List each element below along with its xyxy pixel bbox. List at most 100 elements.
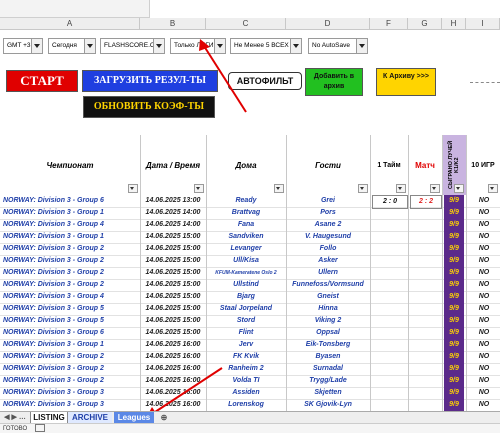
datetime-cell[interactable]: 14.06.2025 14:00 bbox=[142, 219, 204, 231]
half1-score-cell[interactable] bbox=[372, 291, 406, 303]
match-score-cell[interactable] bbox=[410, 231, 440, 243]
league-cell[interactable]: NORWAY: Division 3 - Group 5 bbox=[3, 303, 138, 315]
datetime-cell[interactable]: 14.06.2025 15:00 bbox=[142, 231, 204, 243]
played-cell[interactable]: 9/9 bbox=[444, 315, 464, 327]
half1-score-cell[interactable] bbox=[372, 219, 406, 231]
away-team-cell[interactable]: Asane 2 bbox=[288, 219, 368, 231]
match-score-cell[interactable] bbox=[410, 255, 440, 267]
away-team-cell[interactable]: V. Haugesund bbox=[288, 231, 368, 243]
datetime-cell[interactable]: 14.06.2025 15:00 bbox=[142, 279, 204, 291]
away-team-cell[interactable]: Grei bbox=[288, 195, 368, 207]
away-team-cell[interactable]: Ullern bbox=[288, 267, 368, 279]
match-score-cell[interactable] bbox=[410, 315, 440, 327]
played-cell[interactable]: 9/9 bbox=[444, 219, 464, 231]
datetime-cell[interactable]: 14.06.2025 15:00 bbox=[142, 243, 204, 255]
filter-dropdown-icon[interactable] bbox=[396, 184, 406, 193]
datetime-cell[interactable]: 14.06.2025 15:00 bbox=[142, 303, 204, 315]
league-cell[interactable]: NORWAY: Division 3 - Group 2 bbox=[3, 279, 138, 291]
games10-cell[interactable]: NO bbox=[468, 207, 500, 219]
league-cell[interactable]: NORWAY: Division 3 - Group 1 bbox=[3, 339, 138, 351]
filter-dropdown-icon[interactable] bbox=[488, 184, 498, 193]
league-cell[interactable]: NORWAY: Division 3 - Group 2 bbox=[3, 255, 138, 267]
filter-dropdown-icon[interactable] bbox=[430, 184, 440, 193]
filter-dropdown-icon[interactable] bbox=[128, 184, 138, 193]
home-team-cell[interactable]: Jerv bbox=[208, 339, 284, 351]
league-cell[interactable]: NORWAY: Division 3 - Group 2 bbox=[3, 243, 138, 255]
datetime-cell[interactable]: 14.06.2025 15:00 bbox=[142, 291, 204, 303]
match-score-cell[interactable] bbox=[410, 327, 440, 339]
home-team-cell[interactable]: Ready bbox=[208, 195, 284, 207]
column-header-b[interactable]: B bbox=[140, 18, 206, 30]
half1-score-cell[interactable] bbox=[372, 303, 406, 315]
league-cell[interactable]: NORWAY: Division 3 - Group 4 bbox=[3, 291, 138, 303]
league-cell[interactable]: NORWAY: Division 3 - Group 6 bbox=[3, 195, 138, 207]
away-team-cell[interactable]: Oppsal bbox=[288, 327, 368, 339]
played-cell[interactable]: 9/9 bbox=[444, 207, 464, 219]
league-cell[interactable]: NORWAY: Division 3 - Group 6 bbox=[3, 327, 138, 339]
games10-cell[interactable]: NO bbox=[468, 291, 500, 303]
away-team-cell[interactable]: Pors bbox=[288, 207, 368, 219]
played-cell[interactable]: 9/9 bbox=[444, 327, 464, 339]
sheet-nav-arrows-icon[interactable]: ◀ ▶ … bbox=[2, 412, 28, 423]
datetime-cell[interactable]: 14.06.2025 15:00 bbox=[142, 315, 204, 327]
macro-record-icon[interactable] bbox=[34, 424, 45, 433]
datetime-cell[interactable]: 14.06.2025 15:00 bbox=[142, 267, 204, 279]
half1-score-cell[interactable] bbox=[372, 315, 406, 327]
match-score-cell[interactable] bbox=[410, 279, 440, 291]
home-team-cell[interactable]: Levanger bbox=[208, 243, 284, 255]
half1-score-cell[interactable] bbox=[372, 279, 406, 291]
league-cell[interactable]: NORWAY: Division 3 - Group 1 bbox=[3, 207, 138, 219]
games10-cell[interactable]: NO bbox=[468, 219, 500, 231]
home-team-cell[interactable]: Bjarg bbox=[208, 291, 284, 303]
match-score-cell[interactable] bbox=[410, 291, 440, 303]
games10-cell[interactable]: NO bbox=[468, 231, 500, 243]
column-header-g[interactable]: G bbox=[408, 18, 442, 30]
filter-dropdown-icon[interactable] bbox=[358, 184, 368, 193]
home-team-cell[interactable]: Sandviken bbox=[208, 231, 284, 243]
column-header-c[interactable]: C bbox=[206, 18, 286, 30]
match-score-cell[interactable] bbox=[410, 339, 440, 351]
games10-cell[interactable]: NO bbox=[468, 279, 500, 291]
half1-score-cell[interactable] bbox=[372, 327, 406, 339]
league-cell[interactable]: NORWAY: Division 3 - Group 1 bbox=[3, 231, 138, 243]
match-score-cell[interactable] bbox=[410, 207, 440, 219]
home-team-cell[interactable]: Brattvag bbox=[208, 207, 284, 219]
half1-score-cell[interactable] bbox=[372, 243, 406, 255]
datetime-cell[interactable]: 14.06.2025 15:00 bbox=[142, 327, 204, 339]
filter-dropdown-icon[interactable] bbox=[194, 184, 204, 193]
home-team-cell[interactable]: Fana bbox=[208, 219, 284, 231]
half1-score-cell[interactable] bbox=[372, 207, 406, 219]
away-team-cell[interactable]: Gneist bbox=[288, 291, 368, 303]
datetime-cell[interactable]: 14.06.2025 15:00 bbox=[142, 255, 204, 267]
home-team-cell[interactable]: Stord bbox=[208, 315, 284, 327]
games10-cell[interactable]: NO bbox=[468, 339, 500, 351]
datetime-cell[interactable]: 14.06.2025 14:00 bbox=[142, 207, 204, 219]
half1-score-cell[interactable] bbox=[372, 339, 406, 351]
column-header-h[interactable]: H bbox=[442, 18, 466, 30]
played-cell[interactable]: 9/9 bbox=[444, 279, 464, 291]
games10-cell[interactable]: NO bbox=[468, 267, 500, 279]
column-header-d[interactable]: D bbox=[286, 18, 370, 30]
played-cell[interactable]: 9/9 bbox=[444, 303, 464, 315]
games10-cell[interactable]: NO bbox=[468, 303, 500, 315]
league-cell[interactable]: NORWAY: Division 3 - Group 5 bbox=[3, 315, 138, 327]
games10-cell[interactable]: NO bbox=[468, 315, 500, 327]
played-cell[interactable]: 9/9 bbox=[444, 195, 464, 207]
column-header-f[interactable]: F bbox=[370, 18, 408, 30]
sheet-tab-archive[interactable]: ARCHIVE bbox=[68, 412, 112, 423]
home-team-cell[interactable]: Staal Jorpeland bbox=[208, 303, 284, 315]
half1-score-cell[interactable] bbox=[372, 267, 406, 279]
datetime-cell[interactable]: 14.06.2025 13:00 bbox=[142, 195, 204, 207]
column-header-i[interactable]: I bbox=[466, 18, 500, 30]
league-cell[interactable]: NORWAY: Division 3 - Group 4 bbox=[3, 219, 138, 231]
games10-cell[interactable]: NO bbox=[468, 255, 500, 267]
away-team-cell[interactable]: Hinna bbox=[288, 303, 368, 315]
half1-score-cell[interactable] bbox=[372, 231, 406, 243]
home-team-cell[interactable]: Flint bbox=[208, 327, 284, 339]
home-team-cell[interactable]: Ull/Kisa bbox=[208, 255, 284, 267]
away-team-cell[interactable]: Viking 2 bbox=[288, 315, 368, 327]
add-sheet-icon[interactable]: ⊕ bbox=[158, 412, 170, 423]
datetime-cell[interactable]: 14.06.2025 16:00 bbox=[142, 339, 204, 351]
played-cell[interactable]: 9/9 bbox=[444, 291, 464, 303]
filter-dropdown-icon[interactable] bbox=[274, 184, 284, 193]
